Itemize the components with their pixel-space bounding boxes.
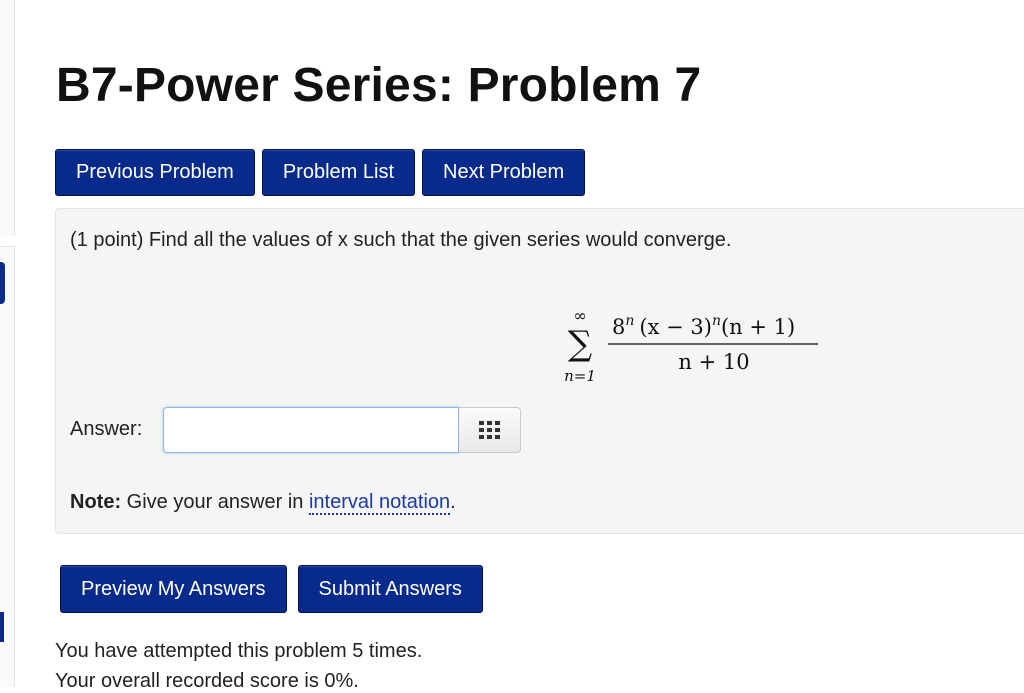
- answer-note: Note: Give your answer in interval notat…: [70, 491, 456, 515]
- interval-notation-link[interactable]: interval notation: [308, 491, 451, 515]
- left-panel-tab[interactable]: [0, 262, 5, 304]
- left-panel-tab-lower[interactable]: [0, 612, 4, 642]
- problem-nav: Previous Problem Problem List Next Probl…: [55, 149, 586, 196]
- sum-lower-limit: n=1: [564, 367, 596, 385]
- next-problem-button[interactable]: Next Problem: [422, 149, 586, 196]
- series-formula: ∞ ∑ n=1 8n (x − 3)n(n + 1) n + 10: [564, 307, 818, 385]
- left-panel-edge: [0, 0, 15, 236]
- note-text: Give your answer in: [121, 491, 309, 513]
- problem-prompt: (1 point) Find all the values of x such …: [70, 229, 732, 251]
- numerator-base: 8: [612, 315, 625, 339]
- previous-problem-button[interactable]: Previous Problem: [55, 149, 255, 196]
- answer-label: Answer:: [70, 418, 143, 440]
- sum-upper-limit: ∞: [573, 307, 586, 325]
- grid-icon: [478, 421, 500, 439]
- submit-answers-button[interactable]: Submit Answers: [297, 565, 483, 613]
- problem-panel: (1 point) Find all the values of x such …: [55, 208, 1024, 534]
- sigma-symbol: ∑: [568, 324, 592, 364]
- numerator: 8n (x − 3)n(n + 1): [612, 313, 795, 339]
- answer-input[interactable]: [163, 407, 459, 453]
- preview-answers-button[interactable]: Preview My Answers: [60, 565, 287, 613]
- numerator-middle: (x − 3): [639, 315, 712, 339]
- equation-editor-button[interactable]: [459, 407, 521, 453]
- numerator-exponent-2: n: [712, 313, 721, 329]
- page-title: B7-Power Series: Problem 7: [56, 59, 702, 112]
- denominator: n + 10: [678, 350, 749, 374]
- problem-list-button[interactable]: Problem List: [261, 149, 415, 196]
- note-end: .: [450, 491, 456, 513]
- answer-actions: Preview My Answers Submit Answers: [60, 565, 483, 613]
- numerator-exponent: n: [625, 313, 634, 329]
- numerator-tail: (n + 1): [721, 315, 795, 339]
- note-label: Note:: [70, 491, 122, 513]
- attempts-status: You have attempted this problem 5 times.: [55, 640, 423, 662]
- score-status: Your overall recorded score is 0%.: [55, 670, 359, 692]
